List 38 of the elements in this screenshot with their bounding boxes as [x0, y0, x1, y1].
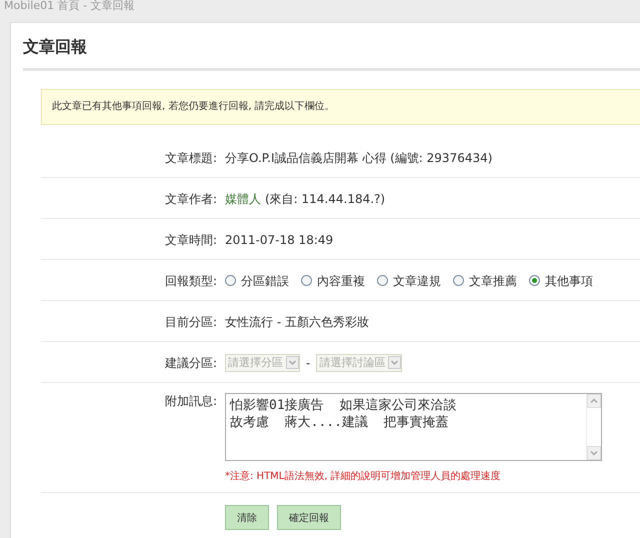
field-value: 女性流行 - 五顏六色秀彩妝 [225, 314, 369, 330]
message-line: 怕影響01接廣告 如果這家公司來洽談 [230, 397, 458, 414]
field-label: 文章時間: [164, 232, 218, 248]
window-title: Mobile01 首頁 - 文章回報 [4, 0, 135, 12]
field-label: 文章標題: [164, 150, 218, 166]
page-heading: 文章回報 [23, 35, 640, 71]
notice-message: 此文章已有其他事項回報, 若您仍要進行回報, 請完成以下欄位。 [41, 89, 640, 125]
radio-label[interactable]: 文章違規 [393, 272, 441, 288]
radio-button[interactable] [225, 275, 236, 286]
radio-label[interactable]: 其他事項 [545, 272, 593, 288]
field-label: 回報類型: [164, 272, 218, 288]
scroll-down-icon[interactable] [587, 446, 601, 460]
radio-button[interactable] [529, 275, 540, 286]
field-label: 附加訊息: [164, 393, 218, 409]
clear-button[interactable]: 清除 [225, 505, 269, 530]
submit-button[interactable]: 確定回報 [277, 505, 341, 530]
radio-label[interactable]: 分區錯誤 [241, 272, 289, 288]
radio-label[interactable]: 文章推薦 [469, 272, 517, 288]
field-label: 目前分區: [164, 314, 218, 330]
warning-note: *注意: HTML語法無效, 詳細的說明可增加管理人員的處理速度 [225, 470, 502, 483]
dropdown-select: 請選擇討論區 [316, 354, 402, 372]
radio-button[interactable] [377, 275, 388, 286]
radio-label[interactable]: 內容重複 [317, 272, 365, 288]
author-origin: (來自: 114.44.184.?) [265, 192, 386, 206]
separator-text: - [306, 356, 310, 370]
message-line: 故考慮 蔣大....建議 把事實掩蓋 [230, 414, 450, 431]
field-value: 2011-07-18 18:49 [225, 232, 334, 248]
author-link[interactable]: 媒體人 [225, 192, 261, 206]
dropdown-select: 請選擇分區 [225, 354, 300, 372]
caret-icon [286, 356, 299, 369]
radio-button[interactable] [453, 275, 464, 286]
message-field[interactable]: 怕影響01接廣告 如果這家公司來洽談 故考慮 蔣大....建議 把事實掩蓋 [225, 393, 602, 461]
field-label: 文章作者: [164, 190, 218, 206]
radio-button[interactable] [301, 275, 312, 286]
field-label: 建議分區: [164, 354, 218, 370]
field-value: 分享O.P.I誠品信義店開幕 心得 (編號: 29376434) [225, 150, 492, 166]
caret-icon [388, 356, 402, 369]
scroll-up-icon[interactable] [587, 394, 601, 408]
